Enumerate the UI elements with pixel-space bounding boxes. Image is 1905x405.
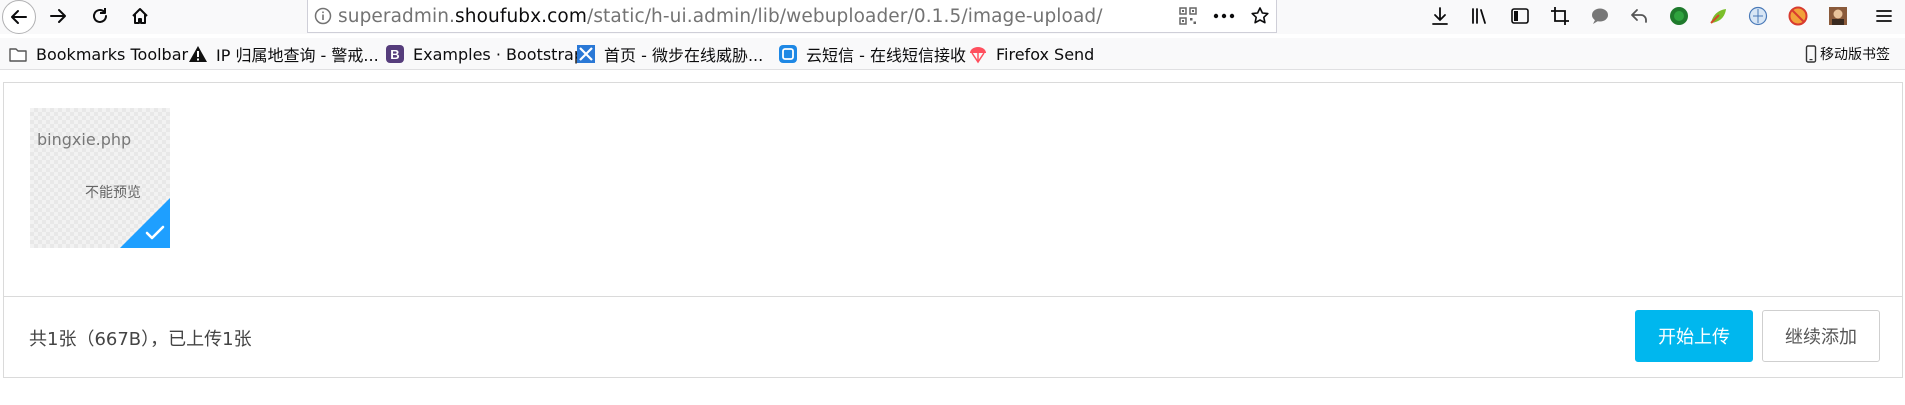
extension-green-icon[interactable] [1668,5,1690,27]
page-content: bingxie.php 不能预览 共1张（667B），已上传1张 开始上传 继续… [0,70,1905,405]
upload-queue-panel: bingxie.php 不能预览 [3,82,1903,296]
screenshot-crop-icon[interactable] [1549,5,1571,27]
reload-button[interactable] [84,0,116,32]
bookmark-item[interactable]: IP 归属地查询 - 警戒... [188,42,379,66]
checkmark-icon [145,225,165,240]
upload-summary-text: 共1张（667B），已上传1张 [29,329,252,350]
undo-arrow-icon[interactable] [1628,5,1650,27]
extension-globe-icon[interactable] [1747,5,1769,27]
svg-text:B: B [390,47,399,62]
threatbook-icon [576,44,596,64]
profile-avatar-icon[interactable] [1827,5,1849,27]
home-icon [132,8,148,24]
sidebar-icon[interactable] [1509,5,1531,27]
upload-status-bar: 共1张（667B），已上传1张 开始上传 继续添加 [3,296,1903,378]
extension-leaf-icon[interactable] [1707,5,1729,27]
chat-bubble-icon[interactable] [1589,5,1611,27]
continue-add-button[interactable]: 继续添加 [1762,310,1880,362]
bookmark-item[interactable]: 首页 - 微步在线威胁... [576,42,763,66]
mobile-bookmarks[interactable]: 移动版书签 [1805,42,1890,66]
bookmark-item[interactable]: Firefox Send [968,42,1094,66]
more-actions-icon[interactable] [1212,6,1236,26]
bookmarks-toolbar: Bookmarks Toolbar IP 归属地查询 - 警戒... B Exa… [0,38,1905,70]
forward-button[interactable] [42,0,74,32]
downloads-icon[interactable] [1429,5,1451,27]
mobile-phone-icon [1805,44,1817,64]
folder-icon [8,44,28,64]
sms-icon [778,44,798,64]
extension-block-icon[interactable] [1787,5,1809,27]
bookmark-star-icon[interactable] [1250,6,1270,26]
url-bar[interactable]: superadmin.shoufubx.com/static/h-ui.admi… [307,0,1277,33]
start-upload-button[interactable]: 开始上传 [1635,310,1753,362]
qr-code-icon[interactable] [1178,6,1198,26]
menu-hamburger-icon[interactable] [1873,5,1895,27]
site-info-icon[interactable] [308,1,338,31]
arrow-right-icon [50,9,66,23]
library-icon[interactable] [1469,5,1491,27]
bookmark-item[interactable]: B Examples · Bootstrap [385,42,584,66]
bootstrap-icon: B [385,44,405,64]
file-thumbnail[interactable]: bingxie.php 不能预览 [30,108,170,248]
bookmark-item[interactable]: Bookmarks Toolbar [8,42,188,66]
bookmark-item[interactable]: 云短信 - 在线短信接收 [778,42,966,66]
url-text[interactable]: superadmin.shoufubx.com/static/h-ui.admi… [338,6,1103,27]
warning-icon [188,44,208,64]
file-name: bingxie.php [37,130,132,149]
firefox-send-icon [968,44,988,64]
home-button[interactable] [124,0,156,32]
arrow-left-icon [11,10,27,24]
back-button[interactable] [2,0,36,34]
browser-toolbar: superadmin.shoufubx.com/static/h-ui.admi… [0,0,1905,34]
reload-icon [93,8,107,23]
